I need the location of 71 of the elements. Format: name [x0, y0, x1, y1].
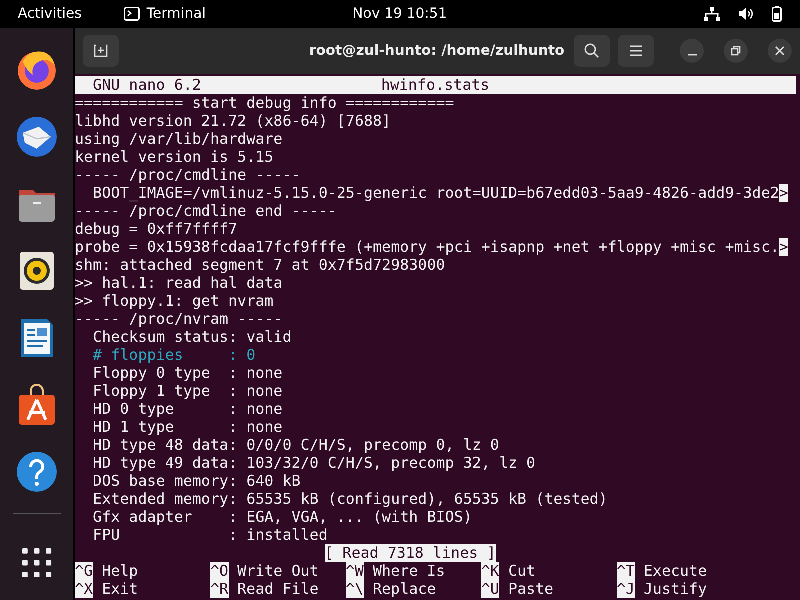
shortcut-label[interactable]: Write Out — [238, 562, 319, 580]
file-line: libhd version 21.72 (x86-64) [7688] — [75, 112, 392, 130]
shortcut-key[interactable]: ^\ — [346, 580, 364, 598]
search-icon — [584, 43, 600, 59]
shortcut-key[interactable]: ^X — [75, 580, 94, 598]
search-button[interactable] — [574, 35, 610, 67]
shortcut-label[interactable]: Exit — [102, 580, 138, 598]
shortcut-key[interactable]: ^W — [346, 562, 364, 580]
file-line: DOS base memory: 640 kB — [92, 472, 301, 490]
file-line: HD 1 type : none — [92, 418, 283, 436]
shortcut-key[interactable]: ^G — [75, 562, 94, 580]
shortcut-key[interactable]: ^R — [210, 580, 229, 598]
file-line: Checksum status: valid — [92, 328, 292, 346]
file-line: >> floppy.1: get nvram — [75, 292, 274, 310]
file-line: shm: attached segment 7 at 0x7f5d72983000 — [75, 256, 446, 274]
volume-icon[interactable] — [738, 7, 754, 21]
shortcut-label[interactable]: Paste — [508, 580, 554, 598]
file-name: hwinfo.stats — [381, 76, 490, 94]
file-line: ----- /proc/cmdline ----- — [75, 166, 301, 184]
file-line: ----- /proc/cmdline end ----- — [75, 202, 337, 220]
line-overflow-marker: > — [779, 184, 788, 202]
file-line: # floppies : 0 — [92, 346, 256, 364]
minimize-icon — [688, 54, 696, 56]
shortcut-key[interactable]: ^J — [616, 580, 635, 598]
window-title: root@zul-hunto: /home/zulhunto — [309, 43, 565, 59]
shortcut-label[interactable]: Help — [102, 562, 138, 580]
shortcut-label[interactable]: Replace — [372, 580, 436, 598]
nano-version: GNU nano 6.2 — [92, 76, 202, 94]
clock[interactable]: Nov 19 10:51 — [352, 6, 448, 22]
minimize-button[interactable] — [680, 39, 704, 63]
file-line: >> hal.1: read hal data — [75, 274, 283, 292]
file-line: HD type 49 data: 103/32/0 C/H/S, precomp 32, lz 0 — [92, 454, 536, 472]
file-line: Extended memory: 65535 kB (configured), 65535 kB (tested) — [92, 490, 608, 508]
menu-button[interactable] — [618, 35, 654, 67]
file-line: Floppy 1 type : none — [92, 382, 283, 400]
file-line: ============ start debug info ============ — [75, 94, 454, 112]
shortcut-key[interactable]: ^O — [210, 562, 229, 580]
battery-icon[interactable] — [772, 6, 782, 22]
shortcut-label[interactable]: Cut — [508, 562, 536, 580]
shortcut-label[interactable]: Justify — [644, 580, 708, 598]
close-icon — [775, 46, 785, 56]
maximize-button[interactable] — [724, 39, 748, 63]
file-line: Floppy 0 type : none — [92, 364, 283, 382]
file-line: debug = 0xff7ffff7 — [75, 220, 238, 238]
shortcut-label[interactable]: Read File — [238, 580, 319, 598]
file-line: using /var/lib/hardware — [75, 130, 283, 148]
file-line: ----- /proc/nvram ----- — [75, 310, 283, 328]
shortcut-label[interactable]: Execute — [644, 562, 708, 580]
network-icon[interactable] — [704, 7, 720, 21]
close-button[interactable] — [768, 39, 792, 63]
file-line: kernel version is 5.15 — [75, 148, 274, 166]
shortcut-key[interactable]: ^U — [481, 580, 500, 598]
status-message: [ Read 7318 lines ] — [324, 544, 496, 562]
shortcut-key[interactable]: ^T — [616, 562, 635, 580]
help-icon[interactable] — [14, 450, 58, 494]
shortcut-label[interactable]: Where Is — [372, 562, 446, 580]
file-line: HD 0 type : none — [92, 400, 283, 418]
file-line: HD type 48 data: 0/0/0 C/H/S, precomp 0, lz 0 — [92, 436, 500, 454]
line-overflow-marker: > — [779, 238, 788, 256]
file-line: FPU : installed — [92, 526, 328, 544]
app-menu-label[interactable]: Terminal — [146, 6, 206, 22]
new-tab-button[interactable] — [83, 35, 119, 67]
activities-button[interactable]: Activities — [18, 6, 82, 22]
terminal-icon — [124, 7, 140, 21]
shortcut-key[interactable]: ^K — [481, 562, 500, 580]
file-line: Gfx adapter : EGA, VGA, ... (with BIOS) — [92, 508, 472, 526]
file-line: BOOT_IMAGE=/vmlinuz-5.15.0-25-generic root=UUID=b67edd03-5aa9-4826-add9-3de2 — [92, 184, 780, 202]
menu-icon — [629, 45, 643, 57]
restore-icon — [731, 46, 741, 56]
file-line: probe = 0x15938fcdaa17fcf9fffe (+memory +pci +isapnp +net +floppy +misc +misc. — [75, 238, 780, 256]
new-tab-icon — [93, 43, 109, 59]
